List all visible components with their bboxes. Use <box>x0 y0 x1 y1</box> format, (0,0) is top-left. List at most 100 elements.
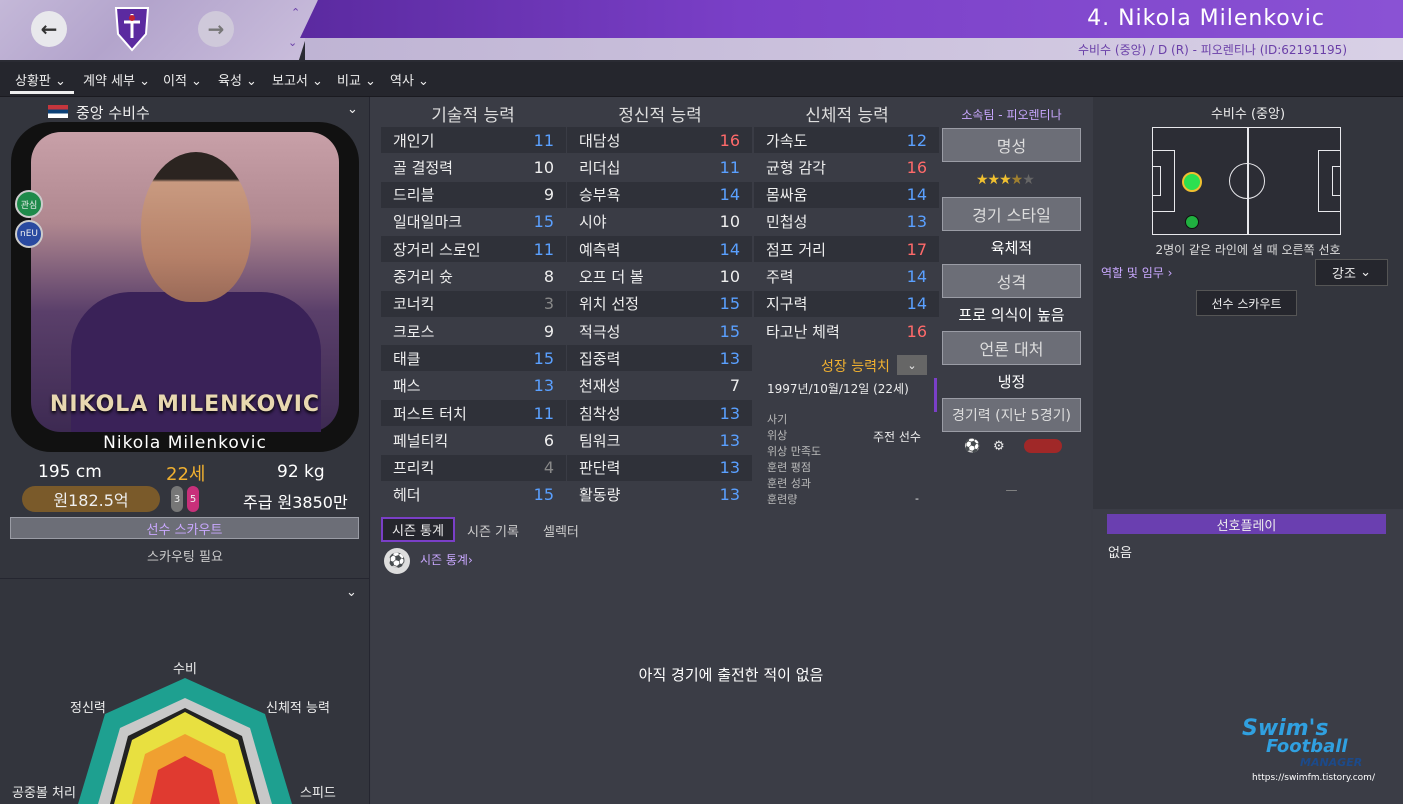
tab-season-record[interactable]: 시즌 기록 <box>467 521 519 540</box>
attribute-row[interactable]: 민첩성 13 <box>754 208 939 235</box>
pitch-diagram <box>1152 127 1341 235</box>
position-note: 2명이 같은 라인에 설 때 오른쪽 선호 <box>1155 243 1341 257</box>
media-handling-button[interactable]: 언론 대처 <box>942 331 1081 365</box>
form-button[interactable]: 경기력 (지난 5경기) <box>942 398 1081 432</box>
growth-scrollbar[interactable] <box>934 378 937 412</box>
attribute-row[interactable]: 대담성 16 <box>567 127 752 153</box>
menu-item-contract[interactable]: 계약 세부 ⌄ <box>83 70 150 89</box>
chevron-up-icon[interactable]: ⌃ <box>291 6 300 19</box>
attribute-row[interactable]: 리더십 11 <box>567 154 752 181</box>
attribute-row[interactable]: 주력 14 <box>754 263 939 290</box>
menu-item-history[interactable]: 역사 ⌄ <box>390 70 429 89</box>
attribute-row[interactable]: 적극성 15 <box>567 318 752 345</box>
scout-player-button[interactable]: 선수 스카우트 <box>10 517 359 539</box>
playing-style-button[interactable]: 경기 스타일 <box>942 197 1081 231</box>
attribute-row[interactable]: 골 결정력 10 <box>381 154 566 181</box>
interest-badge[interactable]: 관심 <box>15 190 43 218</box>
physical-list: 가속도 12 균형 감각 16 몸싸움 14 민첩성 13 점프 거리 17 주력 14 지구력 14 타고… <box>754 127 939 347</box>
attribute-row[interactable]: 시야 10 <box>567 208 752 235</box>
attribute-value: 6 <box>543 430 554 450</box>
attribute-row[interactable]: 페널티킥 6 <box>381 427 566 454</box>
primary-position-marker <box>1182 172 1202 192</box>
menu-item-dashboard[interactable]: 상황판 ⌄ <box>15 70 66 89</box>
attribute-value: 9 <box>543 321 554 341</box>
club-label: 소속팀 - 피오렌티나 <box>961 108 1062 122</box>
height-value: 195 cm <box>38 462 102 482</box>
attribute-row[interactable]: 천재성 7 <box>567 372 752 399</box>
attribute-row[interactable]: 침착성 13 <box>567 400 752 426</box>
attribute-row[interactable]: 승부욕 14 <box>567 181 752 208</box>
menu-item-compare[interactable]: 비교 ⌄ <box>337 70 376 89</box>
attribute-row[interactable]: 코너킥 3 <box>381 290 566 317</box>
attribute-row[interactable]: 팀워크 13 <box>567 427 752 454</box>
attribute-row[interactable]: 프리킥 4 <box>381 454 566 481</box>
attribute-name: 장거리 스로인 <box>393 240 481 259</box>
attribute-row[interactable]: 타고난 체력 16 <box>754 318 939 345</box>
attribute-row[interactable]: 판단력 13 <box>567 454 752 481</box>
attribute-name: 점프 거리 <box>766 240 826 259</box>
attribute-row[interactable]: 드리블 9 <box>381 181 566 208</box>
menu-item-development[interactable]: 육성 ⌄ <box>218 70 257 89</box>
tab-season-stats[interactable]: 시즌 통계 <box>381 517 455 542</box>
attribute-value: 16 <box>906 321 927 341</box>
attribute-name: 활동량 <box>579 486 621 505</box>
attribute-value: 10 <box>719 267 740 286</box>
attribute-row[interactable]: 중거리 슛 8 <box>381 263 566 290</box>
attribute-row[interactable]: 크로스 9 <box>381 318 566 345</box>
football-icon: ⚽ <box>384 548 410 574</box>
chevron-down-icon[interactable]: ⌄ <box>347 102 358 117</box>
attribute-row[interactable]: 균형 감각 16 <box>754 154 939 181</box>
attribute-row[interactable]: 집중력 13 <box>567 345 752 372</box>
form-empty: — <box>1005 483 1018 497</box>
attribute-row[interactable]: 오프 더 볼 10 <box>567 263 752 290</box>
weight-value: 92 kg <box>277 462 325 482</box>
arrow-right-icon[interactable]: → <box>198 11 234 47</box>
attribute-row[interactable]: 태클 15 <box>381 345 566 372</box>
form-indicator <box>1024 439 1062 453</box>
personality-button[interactable]: 성격 <box>942 264 1081 298</box>
preferred-moves-title: 선호플레이 <box>1107 514 1386 534</box>
player-name: Nikola Milenkovic <box>103 433 267 453</box>
attribute-row[interactable]: 개인기 11 <box>381 127 566 153</box>
reputation-button[interactable]: 명성 <box>942 128 1081 162</box>
roles-link[interactable]: 역할 및 임무 › <box>1101 264 1172 281</box>
attribute-value: 10 <box>533 157 554 177</box>
attribute-row[interactable]: 예측력 14 <box>567 236 752 263</box>
attribute-value: 17 <box>906 239 927 259</box>
attribute-row[interactable]: 위치 선정 15 <box>567 290 752 317</box>
tab-selector[interactable]: 셀렉터 <box>543 521 579 540</box>
attribute-row[interactable]: 점프 거리 17 <box>754 236 939 263</box>
growth-chevron-icon[interactable]: ⌄ <box>897 355 927 375</box>
attribute-row[interactable]: 퍼스트 터치 11 <box>381 400 566 426</box>
attribute-row[interactable]: 가속도 12 <box>754 127 939 153</box>
right-foot-rating: 5 <box>187 486 199 512</box>
attribute-name: 지구력 <box>766 295 808 314</box>
attribute-row[interactable]: 헤더 15 <box>381 481 566 508</box>
scout-position-button[interactable]: 선수 스카우트 <box>1196 290 1297 316</box>
attribute-value: 9 <box>543 185 554 205</box>
chevron-down-icon[interactable]: ⌄ <box>288 36 297 49</box>
reputation-stars: ★★★★★ <box>976 172 1035 188</box>
chevron-down-icon[interactable]: ⌄ <box>346 585 357 600</box>
neu-badge[interactable]: nEU <box>15 220 43 248</box>
highlight-select[interactable]: 강조 ⌄ <box>1315 259 1388 286</box>
attribute-value: 8 <box>543 267 554 286</box>
menu-item-reports[interactable]: 보고서 ⌄ <box>272 70 323 89</box>
training-value: - <box>915 492 919 505</box>
attribute-name: 판단력 <box>579 459 621 478</box>
attribute-row[interactable]: 활동량 13 <box>567 481 752 508</box>
attribute-row[interactable]: 지구력 14 <box>754 290 939 317</box>
attribute-value: 13 <box>719 348 740 368</box>
attribute-row[interactable]: 패스 13 <box>381 372 566 399</box>
attribute-name: 몸싸움 <box>766 186 808 205</box>
attribute-row[interactable]: 일대일마크 15 <box>381 208 566 235</box>
arrow-left-icon[interactable]: ← <box>31 11 67 47</box>
media-handling-value: 냉정 <box>997 373 1026 391</box>
watermark-logo-line2: Football <box>1266 736 1348 757</box>
status-value: 주전 선수 <box>873 430 921 444</box>
attribute-row[interactable]: 장거리 스로인 11 <box>381 236 566 263</box>
attribute-row[interactable]: 몸싸움 14 <box>754 181 939 208</box>
season-stats-link[interactable]: 시즌 통계› <box>420 551 473 568</box>
age-value: 22세 <box>166 464 206 485</box>
menu-item-transfer[interactable]: 이적 ⌄ <box>163 70 202 89</box>
